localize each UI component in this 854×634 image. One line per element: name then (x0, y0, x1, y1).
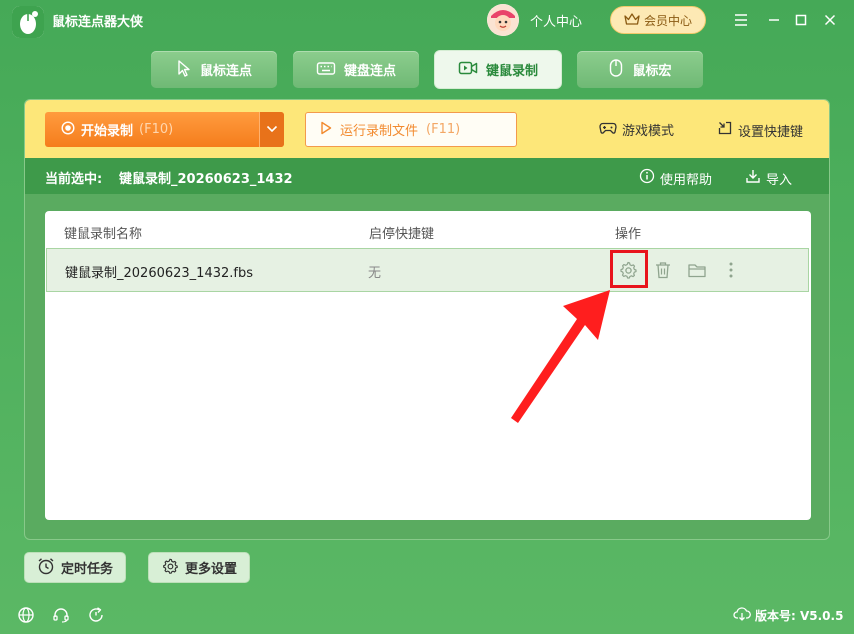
alarm-clock-icon (37, 557, 55, 579)
mouse-icon (608, 58, 624, 82)
record-hotkey-value: 无 (368, 266, 382, 281)
record-dropdown-button[interactable] (259, 112, 284, 147)
vip-center-label: 会员中心 (643, 13, 692, 28)
cursor-icon (176, 59, 192, 81)
crown-icon (624, 12, 640, 29)
user-center-link[interactable]: 个人中心 (530, 11, 582, 30)
play-icon (320, 121, 332, 139)
timer-task-button[interactable]: 定时任务 (24, 552, 127, 583)
game-mode-label: 游戏模式 (622, 124, 675, 139)
keyboard-icon (316, 60, 336, 80)
more-vertical-icon[interactable] (719, 258, 743, 282)
tab-record[interactable]: 键鼠录制 (435, 51, 561, 88)
import-icon (745, 168, 761, 188)
run-record-file-button[interactable]: 运行录制文件 (F11) (305, 112, 517, 147)
import-label: 导入 (766, 172, 793, 188)
column-header-hotkey: 启停快捷键 (369, 227, 435, 242)
menu-icon[interactable] (731, 10, 751, 30)
record-panel: 开始录制 (F10) 运行录制文件 (F11) 游戏模式 设置快捷键 当前选中:… (24, 99, 830, 540)
close-icon[interactable] (820, 10, 840, 30)
start-record-button[interactable]: 开始录制 (F10) (45, 112, 284, 147)
set-hotkey-label: 设置快捷键 (738, 124, 804, 140)
import-link[interactable]: 导入 (745, 168, 792, 188)
trash-icon[interactable] (651, 258, 675, 282)
table-row[interactable]: 键鼠录制_20260623_1432.fbs 无 (46, 248, 809, 292)
video-icon (458, 60, 478, 80)
folder-icon[interactable] (685, 258, 709, 282)
minimize-icon[interactable] (764, 10, 784, 30)
highlight-box (610, 250, 648, 288)
column-header-name: 键鼠录制名称 (64, 227, 143, 242)
help-label: 使用帮助 (660, 172, 713, 188)
set-hotkey-link[interactable]: 设置快捷键 (717, 120, 803, 140)
tab-label: 鼠标连点 (199, 64, 252, 79)
app-title: 鼠标连点器大侠 (52, 15, 144, 30)
tab-label: 鼠标宏 (632, 64, 672, 79)
timer-task-label: 定时任务 (61, 562, 114, 577)
version-info: 版本号: V5.0.5 (733, 606, 843, 625)
hotkey-settings-icon (717, 120, 733, 140)
cloud-download-icon (733, 606, 751, 625)
record-file-name: 键鼠录制_20260623_1432.fbs (65, 266, 253, 281)
run-record-label: 运行录制文件 (340, 124, 419, 139)
record-icon (61, 120, 75, 139)
start-record-main[interactable]: 开始录制 (F10) (45, 112, 259, 147)
more-settings-label: 更多设置 (185, 562, 238, 577)
globe-icon[interactable] (16, 605, 36, 625)
game-mode-link[interactable]: 游戏模式 (599, 120, 674, 139)
vip-center-button[interactable]: 会员中心 (610, 6, 706, 34)
start-record-label: 开始录制 (81, 124, 134, 139)
title-bar: 鼠标连点器大侠 个人中心 会员中心 (0, 0, 854, 40)
app-logo-icon (12, 6, 44, 38)
tab-mouse-macro[interactable]: 鼠标宏 (577, 51, 703, 88)
help-link[interactable]: 使用帮助 (639, 168, 712, 188)
tab-mouse-click[interactable]: 鼠标连点 (151, 51, 277, 88)
start-record-hotkey: (F10) (139, 122, 174, 137)
column-header-actions: 操作 (615, 227, 642, 242)
maximize-icon[interactable] (791, 10, 811, 30)
tab-keyboard-click[interactable]: 键盘连点 (293, 51, 419, 88)
more-settings-button[interactable]: 更多设置 (148, 552, 251, 583)
record-table: 键鼠录制名称 启停快捷键 操作 键鼠录制_20260623_1432.fbs 无 (45, 211, 811, 520)
gear-icon (161, 557, 179, 579)
headset-icon[interactable] (51, 605, 71, 625)
record-toolbar: 开始录制 (F10) 运行录制文件 (F11) 游戏模式 设置快捷键 (25, 100, 829, 158)
chevron-down-icon (266, 122, 278, 137)
tab-label: 键盘连点 (343, 64, 396, 79)
version-label: 版本号: V5.0.5 (755, 609, 844, 623)
run-record-hotkey: (F11) (426, 122, 461, 137)
selection-bar: 当前选中: 键鼠录制_20260623_1432 使用帮助 导入 (25, 158, 829, 194)
gamepad-icon (599, 121, 617, 139)
tab-label: 键鼠录制 (485, 64, 538, 79)
info-icon (639, 168, 655, 188)
refresh-icon[interactable] (86, 605, 106, 625)
current-selection-label: 当前选中: (45, 172, 103, 187)
current-selection-value: 键鼠录制_20260623_1432 (119, 172, 293, 187)
avatar[interactable] (487, 4, 519, 36)
